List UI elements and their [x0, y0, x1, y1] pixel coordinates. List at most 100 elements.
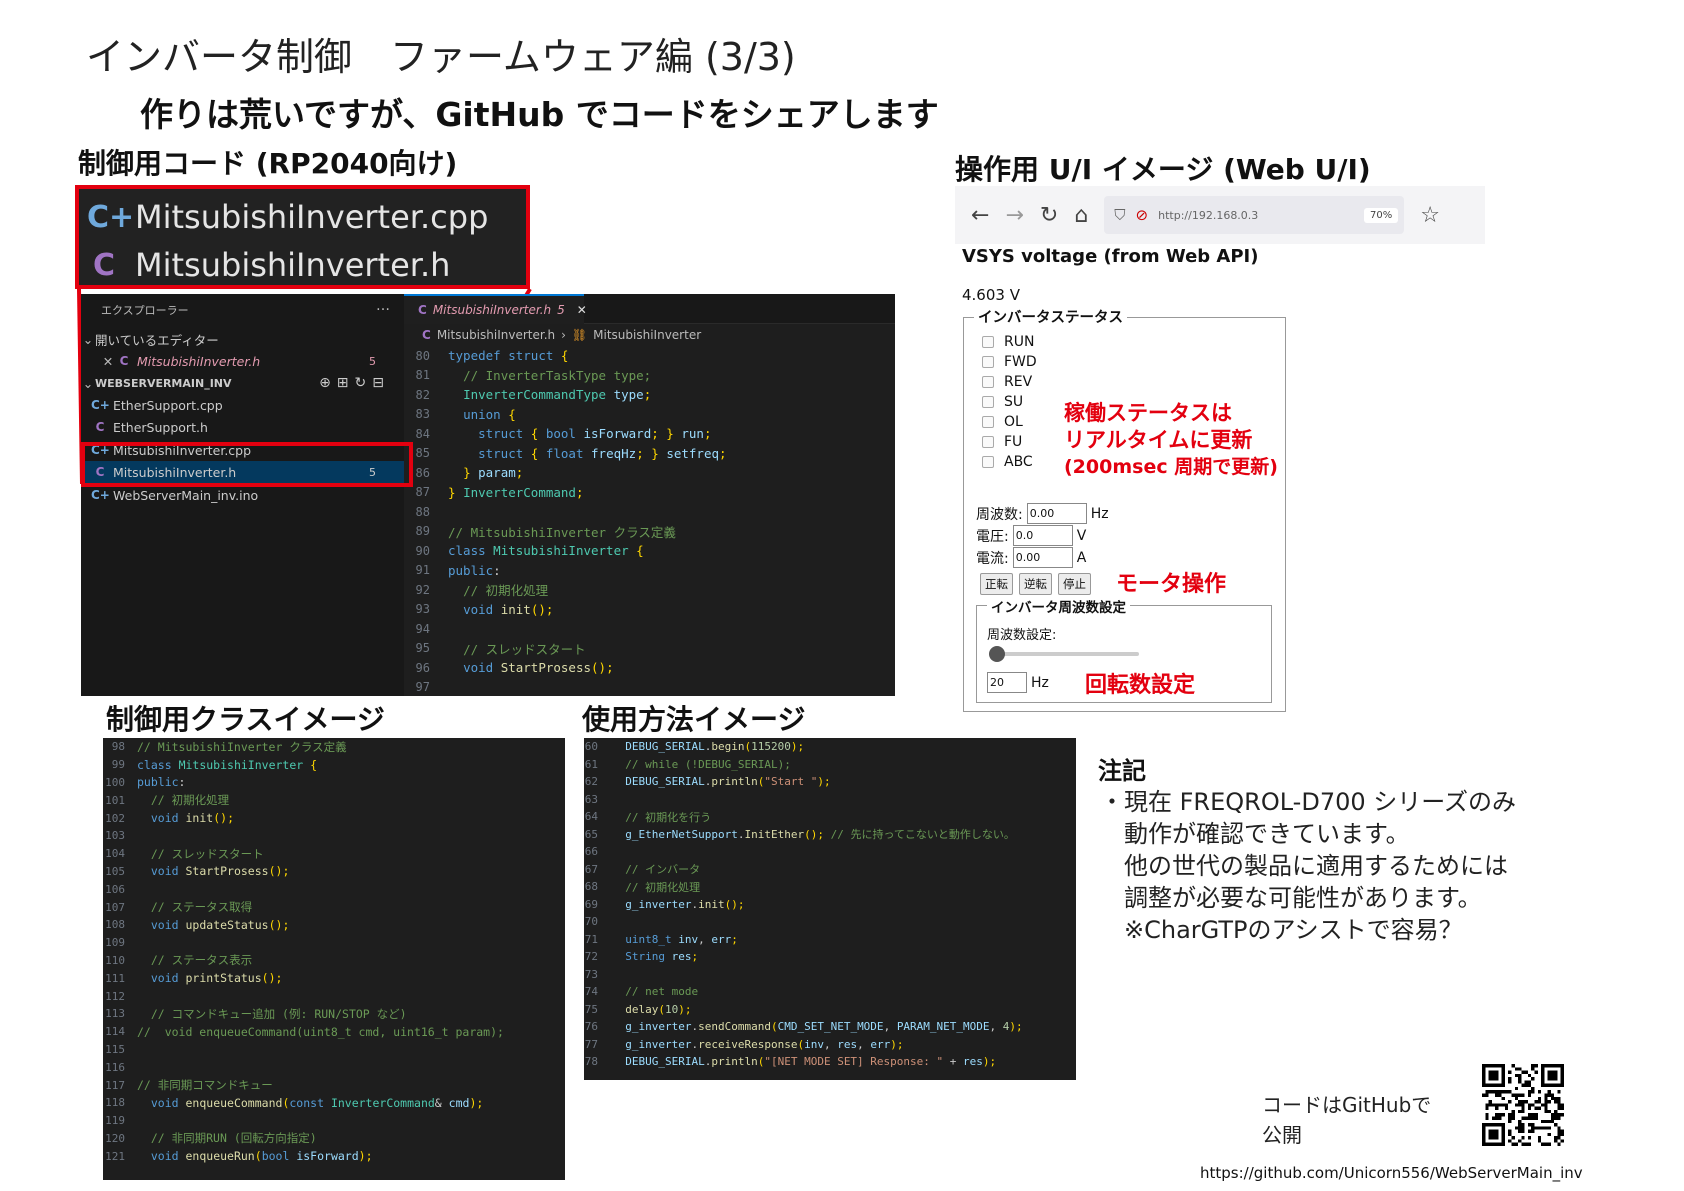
checkbox-icon[interactable]: [982, 376, 994, 388]
explorer-item[interactable]: C+ EtherSupport.cpp: [81, 394, 404, 416]
code-line[interactable]: 106: [103, 880, 565, 898]
freq-field[interactable]: 0.00: [1026, 503, 1087, 524]
code-line[interactable]: 108 void updateStatus();: [103, 916, 565, 934]
code-line[interactable]: 64 // 初期化を行う: [584, 808, 1076, 826]
file-header[interactable]: C MitsubishiInverter.h: [87, 241, 450, 289]
close-icon[interactable]: ✕: [101, 354, 115, 369]
code-line[interactable]: 98 // MitsubishiInverter クラス定義: [103, 738, 565, 756]
checkbox-icon[interactable]: [982, 356, 994, 368]
code-line[interactable]: 68 // 初期化処理: [584, 878, 1076, 896]
code-line[interactable]: 114 // void enqueueCommand(uint8_t cmd, u…: [103, 1023, 565, 1041]
code-line[interactable]: 83 union {: [404, 405, 895, 425]
code-line[interactable]: 62 DEBUG_SERIAL.println("Start ");: [584, 773, 1076, 791]
file-cpp[interactable]: C+ MitsubishiInverter.cpp: [87, 193, 488, 241]
code-line[interactable]: 66: [584, 843, 1076, 861]
code-line[interactable]: 65 g_EtherNetSupport.InitEther(); // 先に持…: [584, 826, 1076, 844]
code-line[interactable]: 97: [404, 678, 895, 697]
curr-field[interactable]: 0.00: [1012, 547, 1073, 568]
status-checkbox-ol[interactable]: OL: [982, 414, 1023, 430]
tab-mitsubishi-h[interactable]: C MitsubishiInverter.h 5 ✕: [404, 294, 587, 324]
more-icon[interactable]: …: [376, 298, 390, 314]
code-line[interactable]: 116: [103, 1058, 565, 1076]
code-line[interactable]: 118 void enqueueCommand(const InverterCo…: [103, 1094, 565, 1112]
code-line[interactable]: 94: [404, 619, 895, 639]
status-checkbox-run[interactable]: RUN: [982, 334, 1034, 350]
code-line[interactable]: 82 InverterCommandType type;: [404, 385, 895, 405]
code-line[interactable]: 78 DEBUG_SERIAL.println("[NET MODE SET] …: [584, 1053, 1076, 1071]
code-line[interactable]: 115: [103, 1041, 565, 1059]
code-line[interactable]: 86 } param;: [404, 463, 895, 483]
freq-slider[interactable]: [989, 646, 1139, 662]
status-checkbox-su[interactable]: SU: [982, 394, 1023, 410]
close-icon[interactable]: ✕: [577, 303, 587, 317]
bookmark-star-icon[interactable]: ☆: [1420, 203, 1440, 228]
code-line[interactable]: 87} InverterCommand;: [404, 483, 895, 503]
code-line[interactable]: 105 void StartProsess();: [103, 863, 565, 881]
forward-icon[interactable]: →: [1005, 203, 1023, 228]
code-line[interactable]: 91 public:: [404, 561, 895, 581]
volt-field[interactable]: 0.0: [1012, 525, 1073, 546]
code-line[interactable]: 74 // net mode: [584, 983, 1076, 1001]
code-line[interactable]: 119: [103, 1112, 565, 1130]
code-line[interactable]: 120 // 非同期RUN (回転方向指定): [103, 1130, 565, 1148]
code-line[interactable]: 100 public:: [103, 774, 565, 792]
code-line[interactable]: 93 void init();: [404, 600, 895, 620]
code-line[interactable]: 111 void printStatus();: [103, 969, 565, 987]
breadcrumb-file[interactable]: MitsubishiInverter.h: [437, 328, 555, 342]
code-line[interactable]: 67 // インバータ: [584, 861, 1076, 879]
open-editor-item[interactable]: ✕ C MitsubishiInverter.h 5: [81, 350, 404, 372]
forward-button[interactable]: 正転: [980, 573, 1013, 595]
code-line[interactable]: 60 DEBUG_SERIAL.begin(115200);: [584, 738, 1076, 756]
status-checkbox-abc[interactable]: ABC: [982, 454, 1033, 470]
freq-set-field[interactable]: 20: [987, 672, 1027, 693]
explorer-item[interactable]: C+ MitsubishiInverter.cpp: [81, 439, 404, 461]
code-line[interactable]: 117 // 非同期コマンドキュー: [103, 1076, 565, 1094]
code-line[interactable]: 113 // コマンドキュー追加 (例: RUN/STOP など): [103, 1005, 565, 1023]
code-area[interactable]: 80 typedef struct {81 // InverterTaskType…: [404, 346, 895, 696]
code-line[interactable]: 107 // ステータス取得: [103, 898, 565, 916]
code-line[interactable]: 75 delay(10);: [584, 1001, 1076, 1019]
checkbox-icon[interactable]: [982, 336, 994, 348]
code-line[interactable]: 101 // 初期化処理: [103, 791, 565, 809]
code-line[interactable]: 112: [103, 987, 565, 1005]
code-line[interactable]: 77 g_inverter.receiveResponse(inv, res, …: [584, 1036, 1076, 1054]
code-line[interactable]: 88: [404, 502, 895, 522]
slider-knob[interactable]: [989, 646, 1005, 662]
status-checkbox-fu[interactable]: FU: [982, 434, 1022, 450]
code-line[interactable]: 90 class MitsubishiInverter {: [404, 541, 895, 561]
stop-button[interactable]: 停止: [1058, 573, 1091, 595]
code-line[interactable]: 96 void StartProsess();: [404, 658, 895, 678]
reverse-button[interactable]: 逆転: [1019, 573, 1052, 595]
explorer-toolbar-icons[interactable]: ⊕⊞↻⊟: [319, 375, 390, 391]
code-line[interactable]: 95 // スレッドスタート: [404, 639, 895, 659]
code-line[interactable]: 110 // ステータス表示: [103, 952, 565, 970]
code-line[interactable]: 109: [103, 934, 565, 952]
explorer-item[interactable]: C+ WebServerMain_inv.ino: [81, 484, 404, 506]
code-line[interactable]: 80 typedef struct {: [404, 346, 895, 366]
reload-icon[interactable]: ↻: [1040, 203, 1058, 228]
checkbox-icon[interactable]: [982, 396, 994, 408]
zoom-badge[interactable]: 70%: [1364, 207, 1399, 223]
code-line[interactable]: 85 struct { float freqHz; } setfreq;: [404, 444, 895, 464]
checkbox-icon[interactable]: [982, 456, 994, 468]
code-line[interactable]: 70: [584, 913, 1076, 931]
status-checkbox-rev[interactable]: REV: [982, 374, 1032, 390]
github-url[interactable]: https://github.com/Unicorn556/WebServerM…: [1200, 1164, 1583, 1182]
open-editors-section[interactable]: ⌄ 開いているエディター: [81, 328, 404, 350]
code-line[interactable]: 121 void enqueueRun(bool isForward);: [103, 1147, 565, 1165]
code-line[interactable]: 84 struct { bool isForward; } run;: [404, 424, 895, 444]
back-icon[interactable]: ←: [971, 203, 989, 228]
code-line[interactable]: 63: [584, 791, 1076, 809]
workspace-section[interactable]: ⌄ WEBSERVERMAIN_INV ⊕⊞↻⊟: [81, 372, 404, 394]
code-line[interactable]: 76 g_inverter.sendCommand(CMD_SET_NET_MO…: [584, 1018, 1076, 1036]
code-line[interactable]: 104 // スレッドスタート: [103, 845, 565, 863]
code-line[interactable]: 73: [584, 966, 1076, 984]
code-line[interactable]: 103: [103, 827, 565, 845]
address-bar[interactable]: ⛉ ⊘ http://192.168.0.3 70%: [1104, 196, 1405, 234]
breadcrumb-class[interactable]: MitsubishiInverter: [593, 328, 701, 342]
home-icon[interactable]: ⌂: [1074, 203, 1088, 228]
code-line[interactable]: 69 g_inverter.init();: [584, 896, 1076, 914]
status-checkbox-fwd[interactable]: FWD: [982, 354, 1037, 370]
code-line[interactable]: 71 uint8_t inv, err;: [584, 931, 1076, 949]
explorer-item-selected[interactable]: C MitsubishiInverter.h 5: [81, 461, 404, 483]
